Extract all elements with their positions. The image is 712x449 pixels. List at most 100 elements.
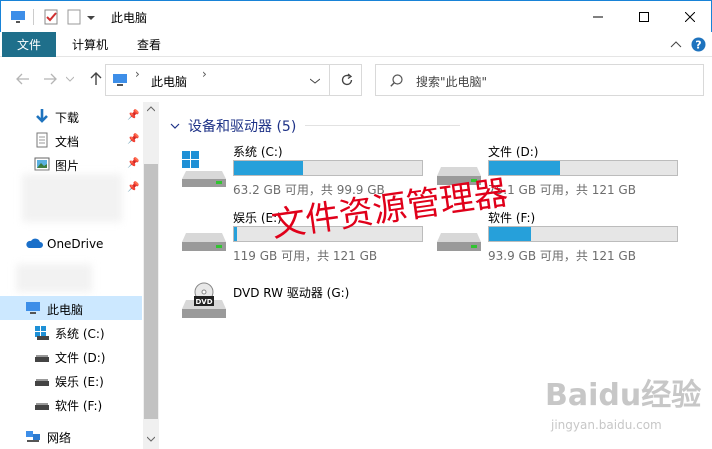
drive-name: DVD RW 驱动器 (G:) <box>233 286 350 300</box>
quick-access-dropdown-icon[interactable] <box>86 9 96 25</box>
drive-icon <box>182 233 226 251</box>
drive-icon <box>35 379 49 386</box>
sidebar-item-label: 娱乐 (E:) <box>55 375 104 389</box>
download-arrow-icon <box>36 109 48 123</box>
search-input[interactable]: 搜索"此电脑" <box>375 64 704 96</box>
up-arrow-icon <box>90 72 102 85</box>
titlebar-separator <box>33 9 34 25</box>
maximize-icon <box>639 12 649 22</box>
windows-drive-icon <box>35 326 49 340</box>
sidebar-item-label: 文件 (D:) <box>55 351 106 365</box>
group-title: 设备和驱动器 (5) <box>188 119 297 135</box>
sidebar-item-documents[interactable]: 文档 📌 <box>0 128 142 152</box>
sidebar-item-onedrive[interactable]: OneDrive <box>0 232 142 256</box>
drive-usage-bar <box>488 226 678 242</box>
drive-icon <box>35 403 49 410</box>
close-button[interactable] <box>667 1 712 33</box>
sidebar-item-label: 文档 <box>55 135 80 149</box>
drive-usage-bar <box>488 160 678 176</box>
drive-free-space: 119 GB 可用，共 121 GB <box>233 249 378 263</box>
sidebar-item-network[interactable]: 网络 <box>0 424 142 448</box>
sidebar-item-drive-f[interactable]: 软件 (F:) <box>0 392 142 416</box>
sidebar-item-label: 软件 (F:) <box>55 399 103 413</box>
drive-icon <box>35 355 49 362</box>
blurred-region <box>16 264 92 292</box>
pin-icon[interactable]: 📌 <box>127 182 139 193</box>
sidebar-item-drive-d[interactable]: 文件 (D:) <box>0 344 142 368</box>
cloud-icon <box>26 238 43 248</box>
new-folder-icon[interactable] <box>66 9 82 25</box>
group-header-devices[interactable]: 设备和驱动器 (5) <box>170 116 296 136</box>
forward-button[interactable] <box>40 69 60 89</box>
chevron-down-icon <box>66 76 74 82</box>
window-title: 此电脑 <box>111 11 148 25</box>
sidebar-item-label: 网络 <box>47 431 72 445</box>
drive-usage-bar <box>233 160 423 176</box>
refresh-icon[interactable] <box>340 73 354 87</box>
sidebar-item-pictures[interactable]: 图片 📌 <box>0 152 142 176</box>
scroll-up-icon[interactable] <box>147 106 155 112</box>
properties-icon[interactable] <box>43 9 59 25</box>
breadcrumb-chevron-icon[interactable]: › <box>202 67 207 81</box>
tab-view[interactable]: 查看 <box>124 32 174 57</box>
dvd-drive-icon: DVD <box>182 282 226 318</box>
tab-computer[interactable]: 计算机 <box>62 32 118 57</box>
blurred-region <box>22 174 122 222</box>
sidebar-item-label: 下载 <box>55 111 80 125</box>
sidebar-item-label: 系统 (C:) <box>55 327 105 341</box>
this-pc-icon <box>113 74 127 86</box>
forward-arrow-icon <box>44 73 57 85</box>
this-pc-icon <box>26 302 40 314</box>
sidebar-item-label: 图片 <box>55 159 80 173</box>
chevron-down-icon <box>170 123 180 129</box>
expand-ribbon-icon[interactable] <box>670 40 682 50</box>
sidebar-item-drive-e[interactable]: 娱乐 (E:) <box>0 368 142 392</box>
sidebar-item-downloads[interactable]: 下载 📌 <box>0 104 142 128</box>
sidebar-item-drive-c[interactable]: 系统 (C:) <box>0 320 142 344</box>
help-icon[interactable]: ? <box>691 37 706 52</box>
minimize-icon <box>593 16 603 18</box>
minimize-button[interactable] <box>575 1 621 33</box>
address-bar[interactable]: › 此电脑 › <box>105 64 362 96</box>
tab-file[interactable]: 文件 <box>2 32 56 57</box>
up-button[interactable] <box>86 69 106 89</box>
watermark: Baidu经验 jingyan.baidu.com <box>545 370 710 445</box>
search-icon <box>390 74 403 87</box>
picture-icon <box>34 157 50 171</box>
sidebar-item-label: OneDrive <box>47 237 104 251</box>
close-icon <box>685 12 695 22</box>
sidebar-item-label: 此电脑 <box>47 303 84 317</box>
pin-icon[interactable]: 📌 <box>127 158 139 169</box>
group-divider <box>305 125 460 126</box>
scrollbar-thumb[interactable] <box>144 164 158 419</box>
pin-icon[interactable]: 📌 <box>127 110 139 121</box>
drive-usage-fill <box>234 161 303 175</box>
this-pc-icon[interactable] <box>10 9 26 25</box>
address-history-dropdown-icon[interactable] <box>310 78 320 84</box>
navigation-bar: › 此电脑 › 搜索"此电脑" <box>0 57 712 102</box>
address-divider <box>329 65 330 95</box>
drive-usage-fill <box>234 227 238 241</box>
sidebar-scrollbar[interactable] <box>143 102 159 449</box>
ribbon-tabs: 文件 计算机 查看 ? <box>0 32 712 57</box>
drive-name: 文件 (D:) <box>488 145 539 159</box>
sidebar-item-this-pc[interactable]: 此电脑 <box>0 296 142 320</box>
svg-text:?: ? <box>695 39 701 52</box>
svg-text:DVD: DVD <box>195 298 212 306</box>
windows-drive-icon <box>182 151 226 187</box>
watermark-logo: Baidu经验 <box>545 378 702 413</box>
recent-locations-button[interactable] <box>64 69 76 89</box>
drive-usage-fill <box>489 227 532 241</box>
pin-icon[interactable]: 📌 <box>127 134 139 145</box>
breadcrumb-this-pc[interactable]: 此电脑 <box>151 73 187 90</box>
document-icon <box>36 132 48 148</box>
search-placeholder: 搜索"此电脑" <box>416 75 488 89</box>
drive-free-space: 75.1 GB 可用，共 121 GB <box>488 183 636 197</box>
breadcrumb-chevron-icon[interactable]: › <box>135 67 140 81</box>
drive-tile-g[interactable]: DVD DVD RW 驱动器 (G:) <box>180 282 430 338</box>
network-icon <box>26 431 40 442</box>
back-arrow-icon <box>16 73 29 85</box>
scroll-down-icon[interactable] <box>147 436 155 442</box>
maximize-button[interactable] <box>621 1 667 33</box>
back-button[interactable] <box>13 69 33 89</box>
